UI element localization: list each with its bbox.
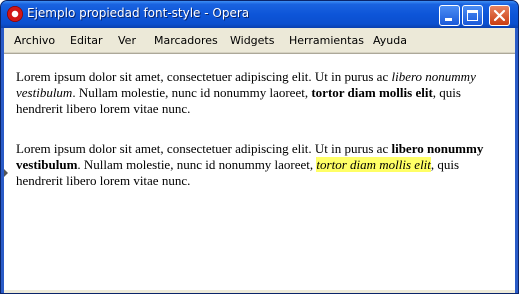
- minimize-icon: [445, 18, 452, 21]
- close-button[interactable]: [489, 5, 510, 26]
- browser-window: Ejemplo propiedad font-style - Opera Arc…: [0, 0, 519, 294]
- p1-text-1: Lorem ipsum dolor sit amet, consectetuer…: [16, 69, 392, 84]
- window-title: Ejemplo propiedad font-style - Opera: [27, 6, 250, 20]
- maximize-icon: [467, 10, 478, 21]
- menu-widgets[interactable]: Widgets: [230, 34, 274, 47]
- opera-logo-icon[interactable]: [7, 6, 23, 22]
- menu-herramientas[interactable]: Herramientas: [289, 34, 364, 47]
- p1-text-2: . Nullam molestie, nunc id nonummy laore…: [72, 85, 312, 100]
- p2-text-2: . Nullam molestie, nunc id nonummy laore…: [77, 157, 317, 172]
- p2-highlighted-phrase: tortor diam mollis elit: [316, 157, 431, 172]
- menu-ver[interactable]: Ver: [118, 34, 136, 47]
- paragraph-italic-example: Lorem ipsum dolor sit amet, consectetuer…: [16, 69, 506, 117]
- p1-bold-phrase: tortor diam mollis elit: [311, 85, 433, 100]
- close-icon: [493, 9, 506, 22]
- window-bottom-border: [4, 290, 515, 293]
- page-content: Lorem ipsum dolor sit amet, consectetuer…: [4, 53, 515, 291]
- minimize-button[interactable]: [439, 5, 460, 26]
- menu-bar: Archivo Editar Ver Marcadores Widgets He…: [4, 28, 515, 53]
- p2-text-1: Lorem ipsum dolor sit amet, consectetuer…: [16, 141, 392, 156]
- menu-archivo[interactable]: Archivo: [14, 34, 55, 47]
- menu-editar[interactable]: Editar: [70, 34, 103, 47]
- paragraph-highlight-example: Lorem ipsum dolor sit amet, consectetuer…: [16, 141, 506, 189]
- maximize-button[interactable]: [462, 5, 483, 26]
- focus-caret-icon: [4, 169, 8, 177]
- menu-ayuda[interactable]: Ayuda: [373, 34, 407, 47]
- menu-marcadores[interactable]: Marcadores: [154, 34, 218, 47]
- title-bar[interactable]: Ejemplo propiedad font-style - Opera: [1, 1, 518, 28]
